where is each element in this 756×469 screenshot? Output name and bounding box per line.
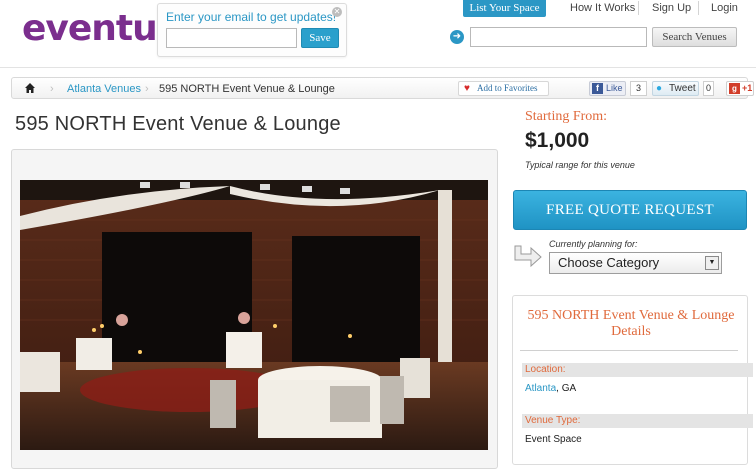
google-plus-icon: g bbox=[729, 83, 740, 94]
category-selected: Choose Category bbox=[558, 255, 660, 270]
tweet-count: 0 bbox=[703, 81, 714, 96]
favorites-label: Add to Favorites bbox=[477, 83, 538, 93]
search-input[interactable] bbox=[470, 27, 647, 47]
list-your-space-button[interactable]: List Your Space bbox=[463, 0, 546, 17]
tweet-button[interactable]: ● Tweet bbox=[652, 81, 699, 96]
dropdown-arrow-icon[interactable]: ▼ bbox=[705, 256, 719, 270]
site-header: eventup Enter your email to get updates!… bbox=[0, 0, 756, 68]
search-venues-button[interactable]: Search Venues bbox=[652, 27, 737, 47]
planning-label: Currently planning for: bbox=[549, 239, 638, 249]
free-quote-request-button[interactable]: FREE QUOTE REQUEST bbox=[513, 190, 747, 230]
close-icon[interactable]: ✕ bbox=[332, 7, 342, 17]
chevron-right-icon: › bbox=[145, 83, 149, 95]
details-title: 595 NORTH Event Venue & Lounge Details bbox=[527, 308, 735, 339]
nav-login[interactable]: Login bbox=[711, 2, 738, 14]
starting-price: $1,000 bbox=[525, 129, 590, 152]
email-signup-input[interactable] bbox=[166, 28, 297, 48]
location-city-link[interactable]: Atlanta bbox=[525, 383, 556, 394]
venue-type-value: Event Space bbox=[525, 434, 582, 445]
curved-arrow-icon bbox=[514, 245, 542, 268]
eventup-logo[interactable]: eventup bbox=[22, 6, 183, 60]
chevron-right-icon: › bbox=[50, 83, 54, 95]
price-note: Typical range for this venue bbox=[525, 160, 635, 170]
email-save-button[interactable]: Save bbox=[301, 28, 339, 48]
nav-divider bbox=[698, 1, 699, 15]
venue-photo[interactable] bbox=[20, 180, 488, 450]
location-value: Atlanta, GA bbox=[525, 383, 576, 394]
home-icon[interactable] bbox=[24, 82, 36, 94]
breadcrumb-current: 595 NORTH Event Venue & Lounge bbox=[159, 83, 335, 95]
twitter-bird-icon: ● bbox=[656, 83, 663, 94]
starting-from-label: Starting From: bbox=[525, 109, 608, 124]
add-to-favorites-button[interactable]: ♥ Add to Favorites bbox=[458, 81, 549, 96]
tweet-label: Tweet bbox=[669, 83, 696, 94]
venue-type-label: Venue Type: bbox=[522, 414, 753, 428]
nav-divider bbox=[638, 1, 639, 15]
breadcrumb-bar: › Atlanta Venues › 595 NORTH Event Venue… bbox=[11, 77, 754, 99]
details-divider bbox=[520, 350, 738, 351]
google-plus-label: +1 bbox=[742, 83, 753, 93]
nav-sign-up[interactable]: Sign Up bbox=[652, 2, 691, 14]
facebook-like-button[interactable]: f Like bbox=[589, 81, 626, 96]
venue-photo-illustration bbox=[20, 180, 488, 450]
breadcrumb-link-atlanta[interactable]: Atlanta Venues bbox=[67, 83, 141, 95]
email-signup-box: Enter your email to get updates! ✕ Save bbox=[157, 3, 347, 57]
nav-how-it-works[interactable]: How It Works bbox=[570, 2, 635, 14]
facebook-icon: f bbox=[592, 83, 603, 94]
page-title: 595 NORTH Event Venue & Lounge bbox=[15, 113, 341, 135]
category-select[interactable]: Choose Category ▼ bbox=[549, 252, 722, 274]
location-label: Location: bbox=[522, 363, 753, 377]
arrow-right-icon: ➜ bbox=[450, 30, 464, 44]
email-signup-prompt: Enter your email to get updates! bbox=[166, 10, 337, 24]
heart-icon: ♥ bbox=[464, 83, 470, 94]
like-label: Like bbox=[606, 83, 623, 93]
like-count: 3 bbox=[630, 81, 647, 96]
location-state: , GA bbox=[556, 383, 577, 394]
google-plus-button[interactable]: g +1 bbox=[726, 81, 754, 96]
